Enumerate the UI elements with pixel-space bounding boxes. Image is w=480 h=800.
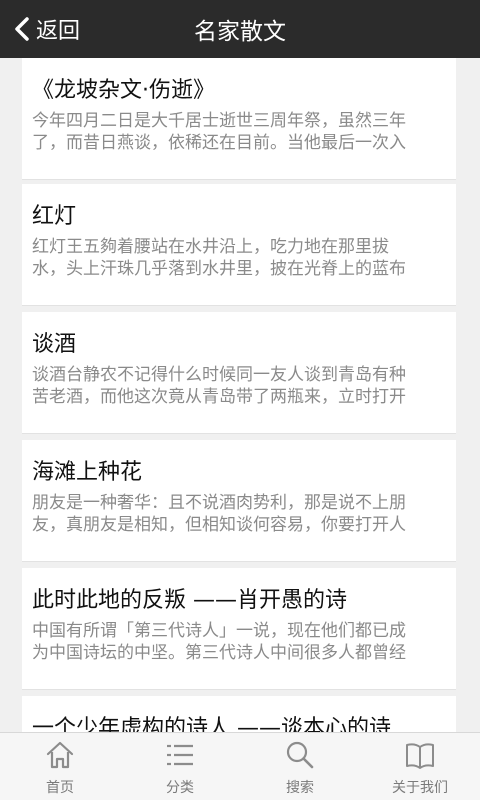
list-item[interactable]: 此时此地的反叛 ——肖开愚的诗 中国有所谓「第三代诗人」一说，现在他们都已成 为…	[22, 568, 456, 690]
tab-label: 关于我们	[392, 780, 448, 796]
tab-label: 首页	[46, 780, 74, 796]
article-title: 谈酒	[32, 332, 77, 357]
list-icon	[167, 744, 193, 766]
list-item[interactable]: 海滩上种花 朋友是一种奢华：且不说酒肉势利，那是说不上朋 友，真朋友是相知，但相…	[22, 440, 456, 562]
search-icon	[286, 741, 314, 769]
article-summary: 今年四月二日是大千居士逝世三周年祭，虽然三年 了，而昔日燕谈，依稀还在目前。当他…	[32, 111, 406, 153]
article-title: 海滩上种花	[32, 460, 143, 485]
article-title: 此时此地的反叛 ——肖开愚的诗	[32, 588, 347, 613]
tab-label: 搜索	[286, 780, 314, 796]
list-item[interactable]: 《龙坡杂文·伤逝》 今年四月二日是大千居士逝世三周年祭，虽然三年 了，而昔日燕谈…	[22, 58, 456, 180]
page-title: 名家散文	[194, 19, 286, 45]
article-summary: 谈酒台静农不记得什么时候同一友人谈到青岛有种 苦老酒，而他这次竟从青岛带了两瓶来…	[32, 365, 406, 407]
article-title: 红灯	[32, 204, 77, 229]
home-icon	[46, 741, 74, 769]
tab-category[interactable]: 分类	[120, 733, 240, 800]
article-list[interactable]: 《龙坡杂文·伤逝》 今年四月二日是大千居士逝世三周年祭，虽然三年 了，而昔日燕谈…	[0, 58, 480, 732]
list-item[interactable]: 红灯 红灯王五夠着腰站在水井沿上，吃力地在那里拔 水，头上汗珠几乎落到水井里，披…	[22, 184, 456, 306]
article-summary: 红灯王五夠着腰站在水井沿上，吃力地在那里拔 水，头上汗珠几乎落到水井里，披在光脊…	[32, 237, 406, 279]
chevron-left-icon	[15, 17, 29, 41]
article-title: 一个少年虚构的诗人 ——谈本心的诗	[32, 716, 391, 732]
article-summary: 朋友是一种奢华：且不说酒肉势利，那是说不上朋 友，真朋友是相知，但相知谈何容易，…	[32, 493, 406, 535]
tab-label: 分类	[166, 780, 194, 796]
back-label: 返回	[36, 19, 81, 44]
back-button[interactable]: 返回	[12, 0, 80, 58]
book-icon	[406, 743, 434, 769]
list-item[interactable]: 一个少年虚构的诗人 ——谈本心的诗	[22, 696, 456, 732]
tab-about[interactable]: 关于我们	[360, 733, 480, 800]
top-nav-bar: 返回 名家散文	[0, 0, 480, 58]
bottom-tab-bar: 首页 分类 搜索 关于我们	[0, 732, 480, 800]
tab-home[interactable]: 首页	[0, 733, 120, 800]
article-summary: 中国有所谓「第三代诗人」一说，现在他们都已成 为中国诗坛的中坚。第三代诗人中间很…	[32, 621, 406, 663]
tab-search[interactable]: 搜索	[240, 733, 360, 800]
article-title: 《龙坡杂文·伤逝》	[32, 78, 215, 103]
list-item[interactable]: 谈酒 谈酒台静农不记得什么时候同一友人谈到青岛有种 苦老酒，而他这次竟从青岛带了…	[22, 312, 456, 434]
